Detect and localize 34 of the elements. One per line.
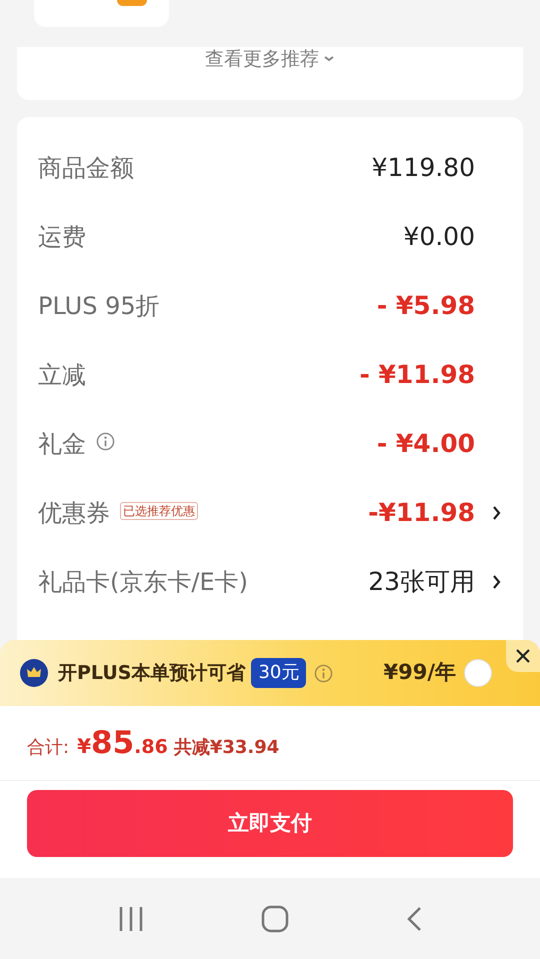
recent-apps-icon[interactable]	[118, 906, 144, 932]
fee-label: 优惠券	[38, 498, 110, 528]
saving-badge: 30元	[251, 658, 306, 688]
fee-label: 礼品卡(京东卡/E卡)	[38, 566, 248, 598]
order-total: 合计: ¥85.86 共减¥33.94	[27, 724, 280, 763]
home-icon[interactable]	[260, 904, 289, 932]
fee-label: PLUS 95折	[38, 290, 160, 322]
plus-radio[interactable]	[464, 659, 492, 687]
fee-value: ¥119.80	[372, 152, 475, 184]
pay-now-button[interactable]: 立即支付	[27, 790, 513, 857]
fee-label: 运费	[38, 222, 86, 252]
more-recommend-link[interactable]: 查看更多推荐	[205, 47, 335, 71]
recommended-badge: 已选推荐优惠	[120, 502, 198, 520]
fee-label: 礼金	[38, 428, 86, 460]
info-icon[interactable]	[96, 432, 115, 451]
back-icon[interactable]	[406, 906, 422, 932]
fee-value: - ¥4.00	[376, 428, 475, 460]
chevron-down-icon	[323, 55, 335, 63]
plus-price: ¥99/年	[383, 659, 456, 686]
close-icon	[516, 649, 530, 663]
chevron-right-icon[interactable]	[492, 574, 501, 590]
fee-value: - ¥5.98	[376, 290, 475, 322]
crown-icon	[20, 659, 48, 687]
info-icon[interactable]	[314, 664, 334, 682]
close-button[interactable]	[506, 640, 540, 672]
product-image-icon	[116, 0, 146, 6]
fee-value: - ¥11.98	[359, 358, 475, 391]
fee-value: ¥0.00	[403, 220, 475, 253]
fee-label: 商品金额	[38, 152, 134, 184]
plus-promo-text: 开PLUS本单预计可省	[58, 660, 246, 686]
fee-value: 23张可用	[368, 566, 475, 598]
fee-value: -¥11.98	[368, 496, 475, 529]
chevron-right-icon[interactable]	[492, 504, 501, 520]
fee-label: 立减	[38, 360, 86, 390]
